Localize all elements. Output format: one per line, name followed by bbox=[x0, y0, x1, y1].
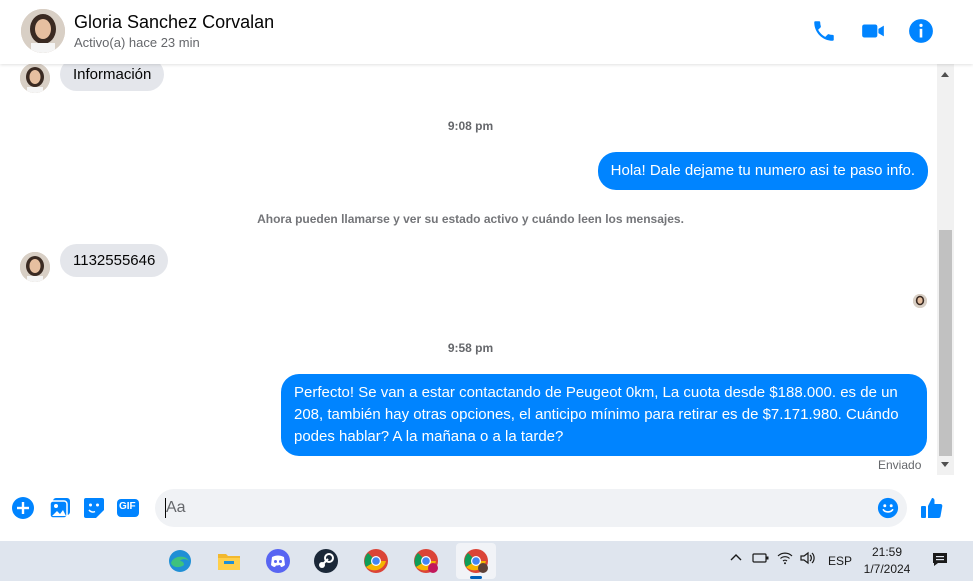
steam-icon[interactable] bbox=[312, 547, 340, 575]
scroll-down-icon[interactable] bbox=[941, 462, 949, 467]
discord-icon[interactable] bbox=[264, 547, 292, 575]
sent-status: Enviado bbox=[878, 458, 922, 472]
notification-icon[interactable] bbox=[931, 551, 949, 572]
message-incoming[interactable]: 1132555646 bbox=[60, 244, 169, 277]
seen-avatar-icon bbox=[913, 294, 927, 308]
contact-avatar[interactable] bbox=[21, 9, 65, 53]
message-input-placeholder: Aa bbox=[166, 499, 186, 516]
chevron-up-icon[interactable] bbox=[729, 551, 743, 568]
chrome-profile-active-icon[interactable] bbox=[456, 543, 496, 579]
gif-label: GIF bbox=[119, 501, 136, 512]
message-incoming[interactable]: Información bbox=[60, 64, 165, 91]
gallery-icon[interactable] bbox=[48, 496, 72, 520]
timestamp: 9:08 pm bbox=[447, 119, 494, 133]
timestamp: 9:58 pm bbox=[447, 341, 494, 355]
composer: GIF Aa bbox=[0, 486, 960, 530]
clock-time: 21:59 bbox=[871, 545, 903, 559]
taskbar: ESP 21:59 1/7/2024 bbox=[0, 541, 973, 581]
video-icon[interactable] bbox=[860, 18, 886, 44]
scrollbar-thumb[interactable] bbox=[939, 230, 952, 456]
speaker-icon[interactable] bbox=[799, 551, 817, 568]
system-notice: Ahora pueden llamarse y ver su estado ac… bbox=[257, 212, 684, 226]
chrome-icon[interactable] bbox=[362, 547, 390, 575]
file-explorer-icon[interactable] bbox=[215, 547, 243, 575]
plus-icon[interactable] bbox=[11, 496, 35, 520]
active-indicator bbox=[470, 576, 482, 579]
chat-header: Gloria Sanchez Corvalan Activo(a) hace 2… bbox=[0, 0, 973, 64]
battery-icon[interactable] bbox=[752, 551, 770, 568]
emoji-icon[interactable] bbox=[877, 497, 899, 519]
clock[interactable]: 21:59 1/7/2024 bbox=[861, 544, 913, 578]
message-outgoing[interactable]: Hola! Dale dejame tu numero asi te paso … bbox=[597, 152, 928, 190]
message-input[interactable]: Aa bbox=[155, 489, 907, 527]
clock-date: 1/7/2024 bbox=[863, 562, 911, 576]
language-indicator[interactable]: ESP bbox=[828, 554, 852, 568]
phone-icon[interactable] bbox=[811, 18, 837, 44]
contact-avatar-small bbox=[20, 252, 50, 282]
edge-icon[interactable] bbox=[166, 547, 194, 575]
contact-avatar-small bbox=[20, 64, 50, 93]
gif-icon[interactable]: GIF bbox=[116, 496, 140, 520]
message-list[interactable]: Información 9:08 pm Hola! Dale dejame tu… bbox=[4, 64, 937, 475]
contact-name[interactable]: Gloria Sanchez Corvalan bbox=[74, 12, 274, 33]
info-icon[interactable] bbox=[908, 18, 934, 44]
wifi-icon[interactable] bbox=[777, 551, 793, 568]
message-outgoing[interactable]: Perfecto! Se van a estar contactando de … bbox=[281, 374, 927, 456]
sticker-icon[interactable] bbox=[82, 496, 106, 520]
like-icon[interactable] bbox=[920, 496, 944, 520]
contact-status: Activo(a) hace 23 min bbox=[74, 35, 200, 50]
scroll-up-icon[interactable] bbox=[941, 72, 949, 77]
chrome-profile-icon[interactable] bbox=[412, 547, 440, 575]
